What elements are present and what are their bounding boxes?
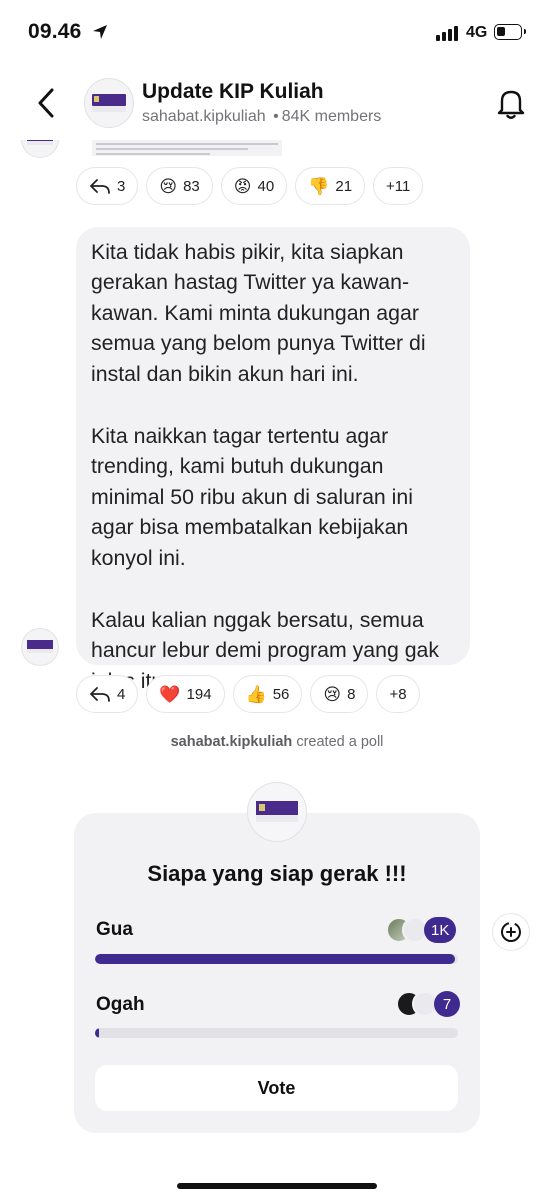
reaction-count: 4: [117, 685, 126, 703]
reaction-count: 40: [257, 177, 275, 195]
channel-header: Update KIP Kuliah sahabat.kipkuliah • 84K…: [0, 62, 554, 140]
poll-avatar[interactable]: [247, 782, 307, 842]
crying-face-emoji: 😢: [323, 684, 342, 704]
poll-option-fill: [95, 1028, 100, 1038]
reaction-count: 8: [347, 685, 356, 703]
channel-handle: sahabat.kipkuliah: [142, 108, 266, 125]
message-reactions: 4 ❤️ 194 👍 56 😢 8 +8: [76, 675, 420, 713]
thumbs-down-emoji: 👎: [308, 176, 330, 196]
reaction-count: 83: [183, 177, 200, 195]
poll-option-bar[interactable]: [95, 954, 458, 964]
reaction-chip[interactable]: 😡 40: [220, 167, 288, 205]
note-user: sahabat.kipkuliah: [170, 734, 293, 750]
reply-icon: [90, 687, 110, 702]
poll-option-bar[interactable]: [95, 1028, 458, 1038]
message-bubble[interactable]: Kita tidak habis pikir, kita siapkan ger…: [76, 227, 470, 693]
poll-created-note: sahabat.kipkuliah created a poll: [0, 734, 554, 750]
message-paragraph: Kita tidak habis pikir, kita siapkan ger…: [91, 240, 426, 386]
battery-icon: [494, 24, 526, 40]
add-reaction-icon: [501, 922, 521, 942]
more-reactions-chip[interactable]: +11: [373, 167, 424, 205]
vote-count-badge: 1K: [424, 917, 457, 943]
more-reactions-chip[interactable]: +8: [376, 675, 420, 713]
reaction-count: +11: [386, 177, 411, 195]
crying-face-emoji: 😢: [159, 176, 178, 196]
reply-count-chip[interactable]: 4: [76, 675, 139, 713]
channel-logo-thumbnail: [27, 640, 53, 653]
member-count: 84K members: [281, 108, 382, 125]
thumbs-up-emoji: 👍: [245, 684, 267, 704]
reaction-count: 194: [186, 685, 212, 703]
channel-logo-thumbnail: [92, 94, 126, 112]
reaction-chip[interactable]: 👎 21: [295, 167, 366, 205]
note-action: created a poll: [296, 734, 384, 750]
reaction-chip[interactable]: 😢 83: [146, 167, 213, 205]
back-chevron-icon[interactable]: [30, 84, 64, 122]
message-reactions: 3 😢 83 😡 40 👎 21 +11: [76, 167, 424, 205]
reaction-chip[interactable]: 👍 56: [232, 675, 303, 713]
add-reaction-button[interactable]: [492, 913, 530, 951]
heart-emoji: ❤️: [159, 684, 181, 704]
bell-icon[interactable]: [492, 84, 530, 122]
reaction-count: +8: [389, 685, 407, 703]
reaction-chip[interactable]: ❤️ 194: [146, 675, 225, 713]
separator-dot: •: [273, 108, 279, 125]
option-voters[interactable]: 1K: [386, 917, 457, 943]
location-arrow-icon: [93, 25, 107, 39]
reply-count-chip[interactable]: 3: [76, 167, 139, 205]
vote-button[interactable]: Vote: [95, 1065, 458, 1111]
home-indicator[interactable]: [177, 1183, 377, 1189]
poll-option-label[interactable]: Gua: [96, 919, 133, 941]
reply-icon: [90, 179, 110, 194]
channel-subtitle: sahabat.kipkuliah • 84K members: [142, 108, 381, 126]
reaction-count: 56: [272, 685, 290, 703]
option-voters[interactable]: 7: [396, 991, 460, 1017]
message-avatar[interactable]: [21, 628, 59, 666]
channel-title[interactable]: Update KIP Kuliah: [142, 80, 324, 104]
channel-avatar[interactable]: [84, 78, 134, 128]
status-bar: 09.46 4G: [0, 0, 554, 62]
message-paragraph: Kita naikkan tagar tertentu agar trendin…: [91, 424, 413, 570]
message-image-attachment[interactable]: [92, 140, 282, 156]
reaction-count: 21: [335, 177, 353, 195]
poll-option-label[interactable]: Ogah: [96, 994, 145, 1016]
network-type: 4G: [466, 24, 488, 41]
poll-question: Siapa yang siap gerak !!!: [147, 861, 407, 886]
reaction-chip[interactable]: 😢 8: [310, 675, 369, 713]
reaction-count: 3: [117, 177, 126, 195]
cellular-signal-icon: [436, 25, 462, 41]
vote-count-badge: 7: [434, 991, 460, 1017]
angry-face-emoji: 😡: [233, 176, 252, 196]
status-time: 09.46: [28, 20, 82, 43]
channel-logo-thumbnail: [256, 801, 298, 822]
poll-option-fill: [95, 954, 456, 964]
